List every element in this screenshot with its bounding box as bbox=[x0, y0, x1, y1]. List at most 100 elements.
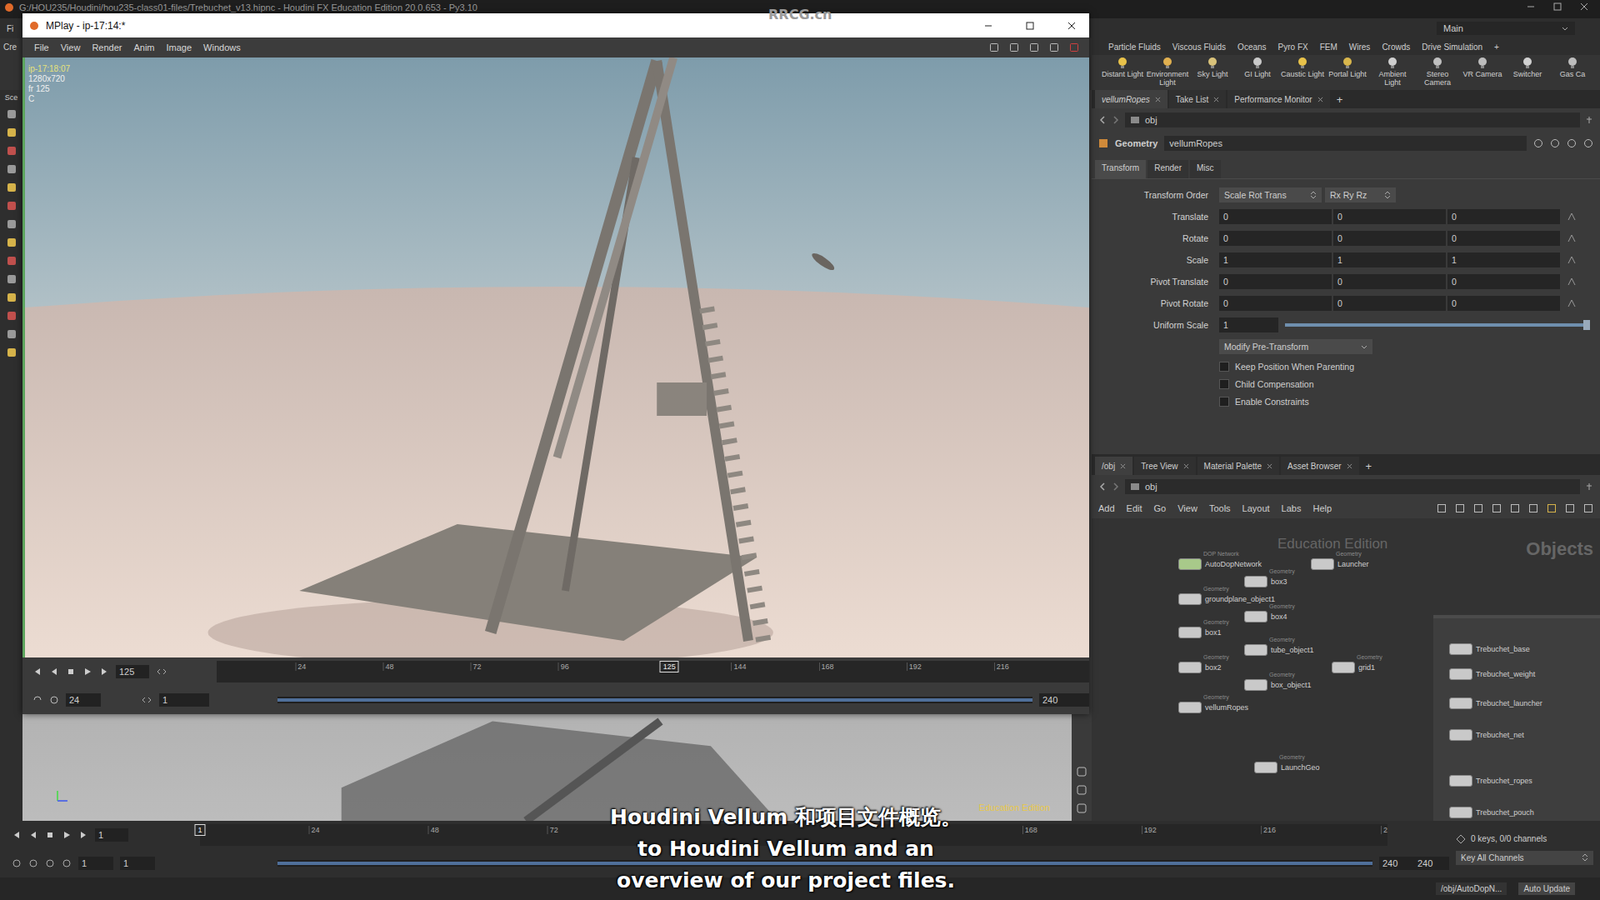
shelf-tab[interactable]: Particle Fluids bbox=[1103, 40, 1166, 54]
close-tab-icon[interactable] bbox=[1266, 463, 1273, 470]
channel-icon[interactable] bbox=[1566, 276, 1577, 287]
shelf-tab[interactable]: FEM bbox=[1315, 40, 1343, 54]
pane-tab[interactable]: vellumRopes bbox=[1095, 90, 1168, 109]
network-tool-icon[interactable] bbox=[1583, 503, 1594, 514]
number-field[interactable]: 0 bbox=[1447, 230, 1560, 246]
menu-item[interactable]: Image bbox=[166, 42, 193, 53]
network-node[interactable]: GeometryLauncher bbox=[1310, 558, 1370, 570]
network-node[interactable]: Trebuchet_launcher bbox=[1449, 697, 1543, 710]
tool-icon[interactable] bbox=[5, 291, 18, 304]
node-tile[interactable] bbox=[1449, 775, 1473, 787]
network-node[interactable]: DOP NetworkAutoDopNetwork bbox=[1178, 558, 1262, 570]
menu-item[interactable]: Labs bbox=[1281, 503, 1302, 514]
shelf-tab[interactable]: + bbox=[1489, 40, 1505, 54]
shelf-tool[interactable]: Environment Light bbox=[1145, 55, 1190, 90]
range-end-field[interactable]: 240 bbox=[1414, 856, 1450, 870]
network-node[interactable]: Trebuchet_pouch bbox=[1449, 806, 1535, 819]
channel-icon[interactable] bbox=[1566, 298, 1577, 309]
network-tool-icon[interactable] bbox=[1473, 503, 1484, 514]
network-canvas[interactable]: Education EditionObjectsDOP NetworkAutoD… bbox=[1091, 518, 1600, 821]
key-all-channels-dropdown[interactable]: Key All Channels bbox=[1455, 850, 1594, 865]
pin-icon[interactable] bbox=[1585, 115, 1594, 125]
mplay-tool-icon[interactable] bbox=[1049, 42, 1060, 53]
playback-icon[interactable] bbox=[28, 830, 39, 840]
dropdown[interactable]: Scale Rot Trans bbox=[1219, 187, 1322, 203]
network-tool-icon[interactable] bbox=[1510, 503, 1520, 514]
folder-tab[interactable]: Transform bbox=[1095, 160, 1146, 179]
network-node[interactable]: Geometrygrid1 bbox=[1331, 661, 1375, 674]
shelf-tool[interactable]: Portal Light bbox=[1325, 55, 1370, 90]
mplay-tool-icon[interactable] bbox=[1009, 42, 1020, 53]
checkbox[interactable] bbox=[1219, 379, 1230, 390]
number-field[interactable]: 0 bbox=[1447, 295, 1560, 311]
number-field[interactable]: 0 bbox=[1219, 230, 1332, 246]
number-field[interactable]: 1 bbox=[1219, 252, 1332, 268]
mplay-tool-icon[interactable] bbox=[989, 42, 1000, 53]
network-tool-icon[interactable] bbox=[1565, 503, 1575, 514]
network-node[interactable]: Trebuchet_weight bbox=[1449, 668, 1535, 680]
tool-icon[interactable] bbox=[5, 346, 18, 359]
menu-item[interactable]: Windows bbox=[203, 42, 241, 53]
number-field[interactable]: 0 bbox=[1333, 274, 1446, 290]
back-arrow-icon[interactable] bbox=[1098, 482, 1107, 491]
node-tile[interactable] bbox=[1244, 679, 1268, 691]
time-ruler[interactable]: 24487296144168192216125 bbox=[216, 660, 1090, 683]
add-tab-button[interactable]: + bbox=[1360, 456, 1378, 475]
tool-icon[interactable] bbox=[5, 255, 18, 267]
network-tool-icon[interactable] bbox=[1528, 503, 1539, 514]
playhead[interactable]: 125 bbox=[660, 660, 680, 673]
menu-item[interactable]: Go bbox=[1154, 503, 1167, 514]
display-option-icon[interactable] bbox=[1075, 784, 1088, 796]
shelf-tool[interactable]: Caustic Light bbox=[1280, 55, 1325, 90]
node-name-field[interactable]: vellumRopes bbox=[1164, 135, 1527, 151]
timeline-option-icon[interactable] bbox=[45, 858, 55, 869]
frame-field[interactable]: 125 bbox=[115, 665, 150, 679]
shelf-tool[interactable]: GI Light bbox=[1235, 55, 1280, 90]
menu-item[interactable]: Layout bbox=[1242, 503, 1270, 514]
playhead[interactable]: 1 bbox=[194, 824, 205, 836]
realtime-icon[interactable] bbox=[49, 695, 60, 705]
network-node[interactable]: Geometrybox2 bbox=[1178, 661, 1222, 674]
node-tile[interactable] bbox=[1449, 697, 1473, 710]
add-tab-button[interactable]: + bbox=[1331, 90, 1349, 109]
network-tool-icon[interactable] bbox=[1455, 503, 1465, 514]
forward-arrow-icon[interactable] bbox=[1111, 115, 1120, 125]
step-arrows-icon[interactable] bbox=[155, 667, 168, 676]
shelf-tool[interactable]: Stereo Camera bbox=[1415, 55, 1460, 90]
pane-tab[interactable]: Take List bbox=[1169, 90, 1226, 109]
slider-track[interactable] bbox=[1285, 323, 1587, 327]
header-tool-icon[interactable] bbox=[1566, 138, 1577, 149]
network-tool-icon[interactable] bbox=[1491, 503, 1502, 514]
number-field[interactable]: 0 bbox=[1219, 209, 1332, 225]
playback-icon[interactable] bbox=[11, 830, 22, 840]
channel-icon[interactable] bbox=[1566, 211, 1577, 222]
shelf-tab[interactable]: Wires bbox=[1344, 40, 1376, 54]
playback-icon[interactable] bbox=[49, 666, 60, 677]
playback-icon[interactable] bbox=[99, 666, 110, 677]
path-field[interactable]: obj bbox=[1125, 479, 1580, 495]
checkbox[interactable] bbox=[1219, 396, 1230, 407]
fps-field[interactable]: 24 bbox=[65, 693, 101, 707]
tool-icon[interactable] bbox=[5, 218, 18, 230]
number-field[interactable]: 0 bbox=[1447, 209, 1560, 225]
node-tile[interactable] bbox=[1244, 644, 1268, 656]
tool-icon[interactable] bbox=[5, 145, 18, 157]
tool-icon[interactable] bbox=[5, 163, 18, 175]
node-tile[interactable] bbox=[1449, 729, 1473, 741]
shelf-tool[interactable]: VR Camera bbox=[1460, 55, 1505, 90]
shelf-tool[interactable]: Sky Light bbox=[1190, 55, 1235, 90]
playback-icon[interactable] bbox=[45, 830, 55, 840]
network-node[interactable]: Geometrytube_object1 bbox=[1244, 644, 1315, 656]
render-image[interactable]: ip-17:18:071280x720fr 125C bbox=[22, 57, 1090, 658]
minimize-icon[interactable] bbox=[1526, 2, 1535, 11]
network-node[interactable]: Trebuchet_base bbox=[1449, 643, 1530, 655]
menu-item[interactable]: Anim bbox=[133, 42, 155, 53]
back-arrow-icon[interactable] bbox=[1098, 115, 1107, 125]
folder-tab[interactable]: Misc bbox=[1190, 160, 1221, 179]
header-tool-icon[interactable] bbox=[1583, 138, 1594, 149]
sim-path-field[interactable]: /obj/AutoDopN... bbox=[1435, 882, 1507, 895]
node-tile[interactable] bbox=[1310, 558, 1335, 570]
range-start-field[interactable]: 1 bbox=[78, 856, 114, 870]
timeline-option-icon[interactable] bbox=[11, 858, 22, 869]
network-node[interactable]: Trebuchet_ropes bbox=[1449, 775, 1533, 787]
